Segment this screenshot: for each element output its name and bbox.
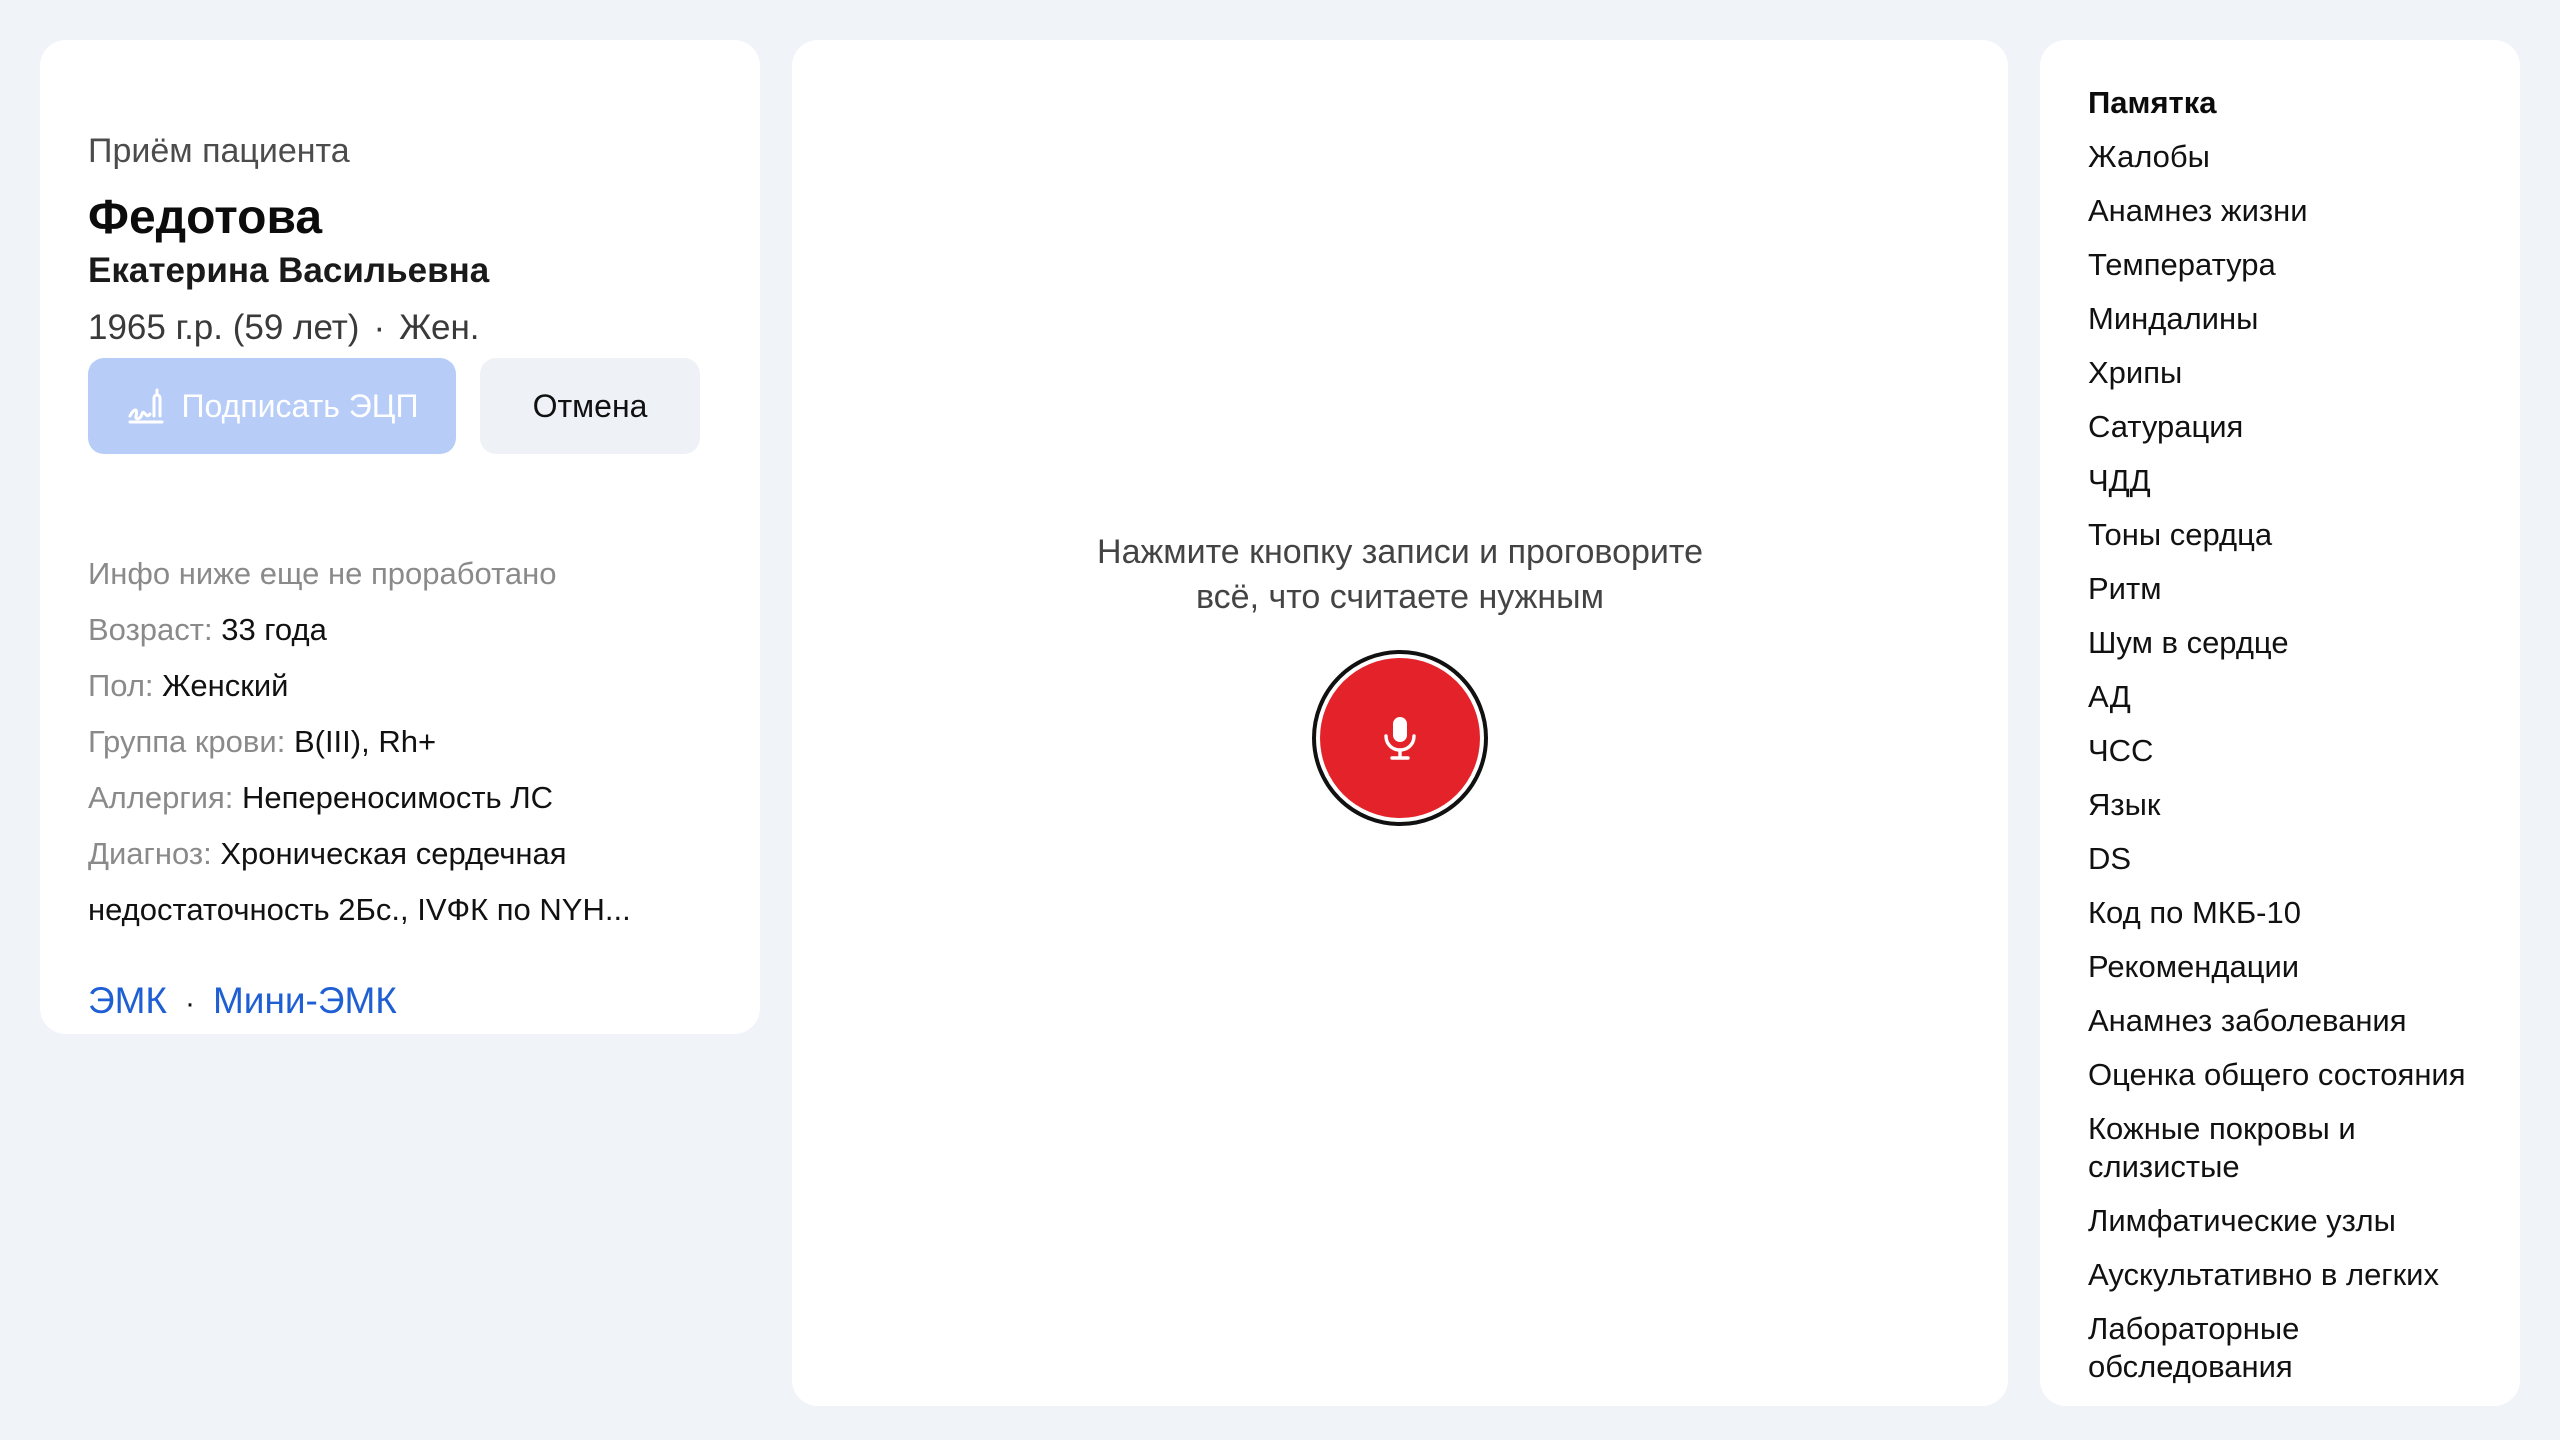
memo-item-heart-rate[interactable]: ЧСС — [2088, 732, 2498, 770]
memo-item-general-condition[interactable]: Оценка общего состояния — [2088, 1056, 2498, 1094]
info-label: Группа крови: — [88, 724, 286, 759]
memo-item-lymph-nodes[interactable]: Лимфатические узлы — [2088, 1202, 2498, 1240]
info-label: Аллергия: — [88, 780, 234, 815]
record-button-fill[interactable] — [1320, 658, 1480, 818]
visit-title: Приём пациента — [88, 132, 350, 170]
record-hint: Нажмите кнопку записи и проговорите всё,… — [792, 530, 2008, 620]
patient-sex: Жен. — [399, 308, 480, 347]
memo-item-respiratory-rate[interactable]: ЧДД — [2088, 462, 2498, 500]
memo-item-complaints[interactable]: Жалобы — [2088, 138, 2498, 176]
memo-item-rales[interactable]: Хрипы — [2088, 354, 2498, 392]
birth-year: 1965 г.р. (59 лет) — [88, 308, 360, 347]
info-row-diagnosis: Диагноз: Хроническая сердечная недостато… — [88, 826, 708, 938]
info-label: Возраст: — [88, 612, 213, 647]
info-row-allergy: Аллергия: Непереносимость ЛС — [88, 770, 708, 826]
separator-dot: · — [184, 987, 195, 1020]
memo-item-ds[interactable]: DS — [2088, 840, 2498, 878]
signature-icon — [128, 388, 164, 424]
memo-item-lung-auscultation[interactable]: Аускультативно в легких — [2088, 1256, 2498, 1294]
patient-info-list: Инфо ниже еще не проработано Возраст: 33… — [88, 546, 708, 938]
memo-list: Памятка Жалобы Анамнез жизни Температура… — [2088, 84, 2498, 1402]
memo-item-lab-tests[interactable]: Лабораторные обследования — [2088, 1310, 2498, 1386]
memo-item-blood-pressure[interactable]: АД — [2088, 678, 2498, 716]
info-label: Диагноз: — [88, 836, 212, 871]
info-value: 33 года — [221, 612, 327, 647]
info-value: Непереносимость ЛС — [241, 780, 554, 815]
memo-panel: Памятка Жалобы Анамнез жизни Температура… — [2040, 40, 2520, 1406]
patient-birth-info: 1965 г.р. (59 лет) · Жен. — [88, 308, 480, 348]
sign-ecp-button[interactable]: Подписать ЭЦП — [88, 358, 456, 454]
info-value: B(III), Rh+ — [293, 724, 437, 759]
memo-item-skin-mucosa[interactable]: Кожные покровы и слизистые — [2088, 1110, 2498, 1186]
info-row-blood-group: Группа крови: B(III), Rh+ — [88, 714, 708, 770]
record-hint-line-2: всё, что считаете нужным — [1196, 578, 1604, 616]
memo-item-icd10-code[interactable]: Код по МКБ-10 — [2088, 894, 2498, 932]
memo-item-tonsils[interactable]: Миндалины — [2088, 300, 2498, 338]
memo-item-tongue[interactable]: Язык — [2088, 786, 2498, 824]
info-row-age: Возраст: 33 года — [88, 602, 708, 658]
memo-item-life-history[interactable]: Анамнез жизни — [2088, 192, 2498, 230]
memo-item-saturation[interactable]: Сатурация — [2088, 408, 2498, 446]
memo-item-recommendations[interactable]: Рекомендации — [2088, 948, 2498, 986]
separator-dot: · — [373, 308, 386, 347]
emk-link[interactable]: ЭМК — [88, 980, 167, 1021]
info-label: Пол: — [88, 668, 154, 703]
memo-item-disease-history[interactable]: Анамнез заболевания — [2088, 1002, 2498, 1040]
record-button[interactable] — [1312, 650, 1488, 826]
cancel-button[interactable]: Отмена — [480, 358, 700, 454]
microphone-icon — [1384, 717, 1416, 760]
voice-recorder-panel: Нажмите кнопку записи и проговорите всё,… — [792, 40, 2008, 1406]
sign-ecp-label: Подписать ЭЦП — [181, 387, 419, 424]
info-note: Инфо ниже еще не проработано — [88, 556, 557, 591]
memo-item-heart-sounds[interactable]: Тоны сердца — [2088, 516, 2498, 554]
memo-item-rhythm[interactable]: Ритм — [2088, 570, 2498, 608]
patient-card: Приём пациента Федотова Екатерина Василь… — [40, 40, 760, 1034]
record-hint-line-1: Нажмите кнопку записи и проговорите — [1097, 533, 1703, 571]
emk-links: ЭМК · Мини-ЭМК — [88, 980, 397, 1022]
memo-title: Памятка — [2088, 85, 2217, 120]
info-row-sex: Пол: Женский — [88, 658, 708, 714]
patient-given-names: Екатерина Васильевна — [88, 251, 490, 290]
patient-surname: Федотова — [88, 191, 323, 244]
memo-item-temperature[interactable]: Температура — [2088, 246, 2498, 284]
mini-emk-link[interactable]: Мини-ЭМК — [213, 980, 397, 1021]
memo-item-heart-murmur[interactable]: Шум в сердце — [2088, 624, 2498, 662]
info-value: Женский — [162, 668, 289, 703]
